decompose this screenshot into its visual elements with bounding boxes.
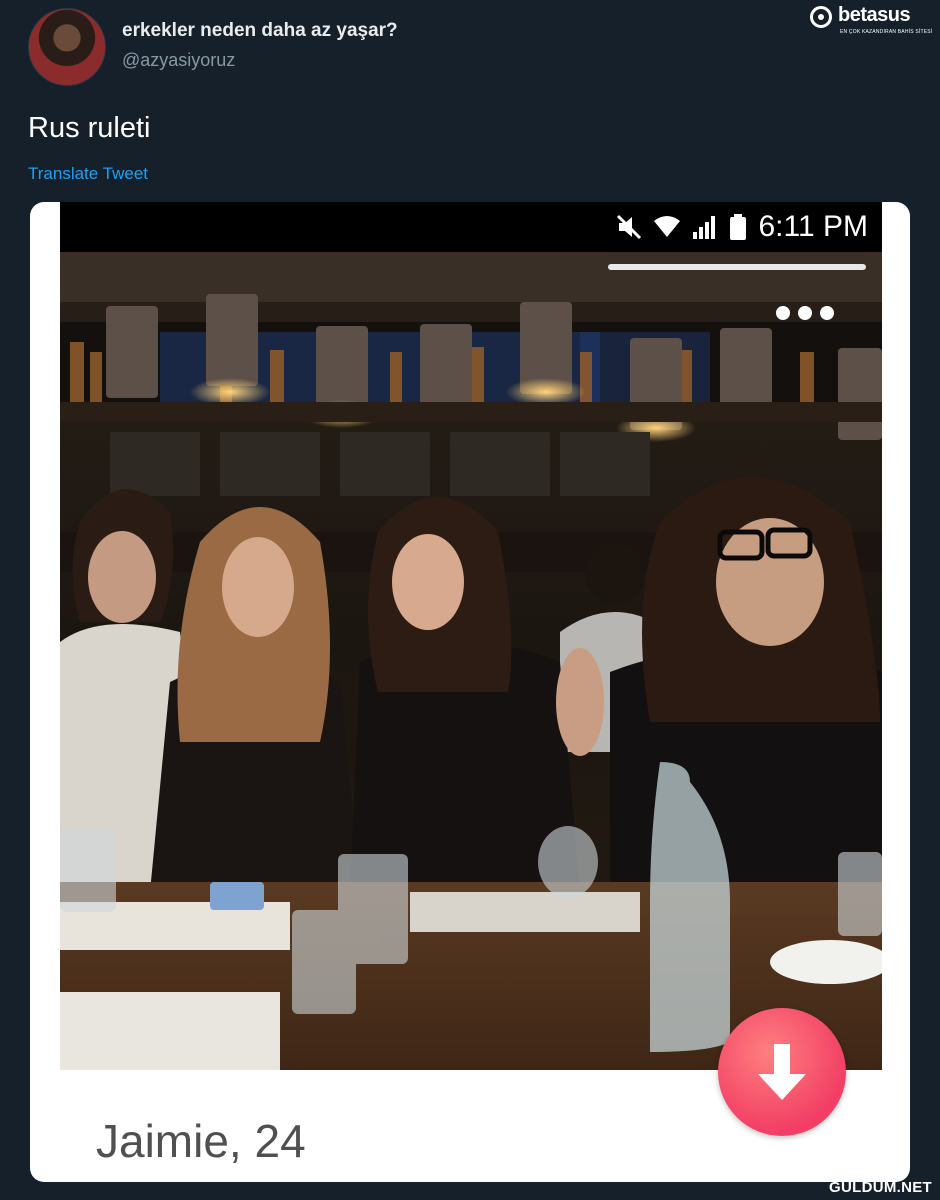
tweet-text: Rus ruleti [28, 112, 151, 144]
wifi-icon [653, 216, 680, 237]
author-name[interactable]: erkekler neden daha az yaşar? [122, 20, 398, 42]
profile-name-age: Jaimie, 24 [96, 1115, 306, 1167]
arrow-down-icon [758, 1044, 806, 1100]
mute-icon [616, 214, 641, 240]
watermark-tagline: EN ÇOK KAZANDIRAN BAHİS SİTESİ [840, 29, 933, 35]
profile-photo: 6:11 PM [60, 202, 882, 1070]
author-handle[interactable]: @azyasiyoruz [122, 50, 235, 71]
translate-tweet-link[interactable]: Translate Tweet [28, 164, 148, 184]
betasus-watermark: betasus EN ÇOK KAZANDIRAN BAHİS SİTESİ [810, 4, 933, 38]
bar-scene-illustration [60, 202, 882, 1070]
down-arrow-button[interactable] [718, 1008, 846, 1136]
photo-progress-bar [608, 264, 866, 270]
watermark-brand: betasus [838, 4, 911, 26]
phone-status-bar: 6:11 PM [60, 202, 882, 252]
site-watermark: GULDUM.NET [829, 1179, 932, 1196]
more-options-icon[interactable] [776, 306, 834, 320]
tweet-header: erkekler neden daha az yaşar? @azyasiyor… [28, 8, 808, 86]
avatar[interactable] [28, 8, 106, 86]
attached-screenshot[interactable]: 6:11 PM Jaimie, 24 [30, 202, 910, 1182]
brand-logo-icon [810, 6, 832, 28]
status-time: 6:11 PM [758, 210, 869, 243]
battery-icon [729, 214, 746, 240]
signal-icon [692, 216, 715, 239]
